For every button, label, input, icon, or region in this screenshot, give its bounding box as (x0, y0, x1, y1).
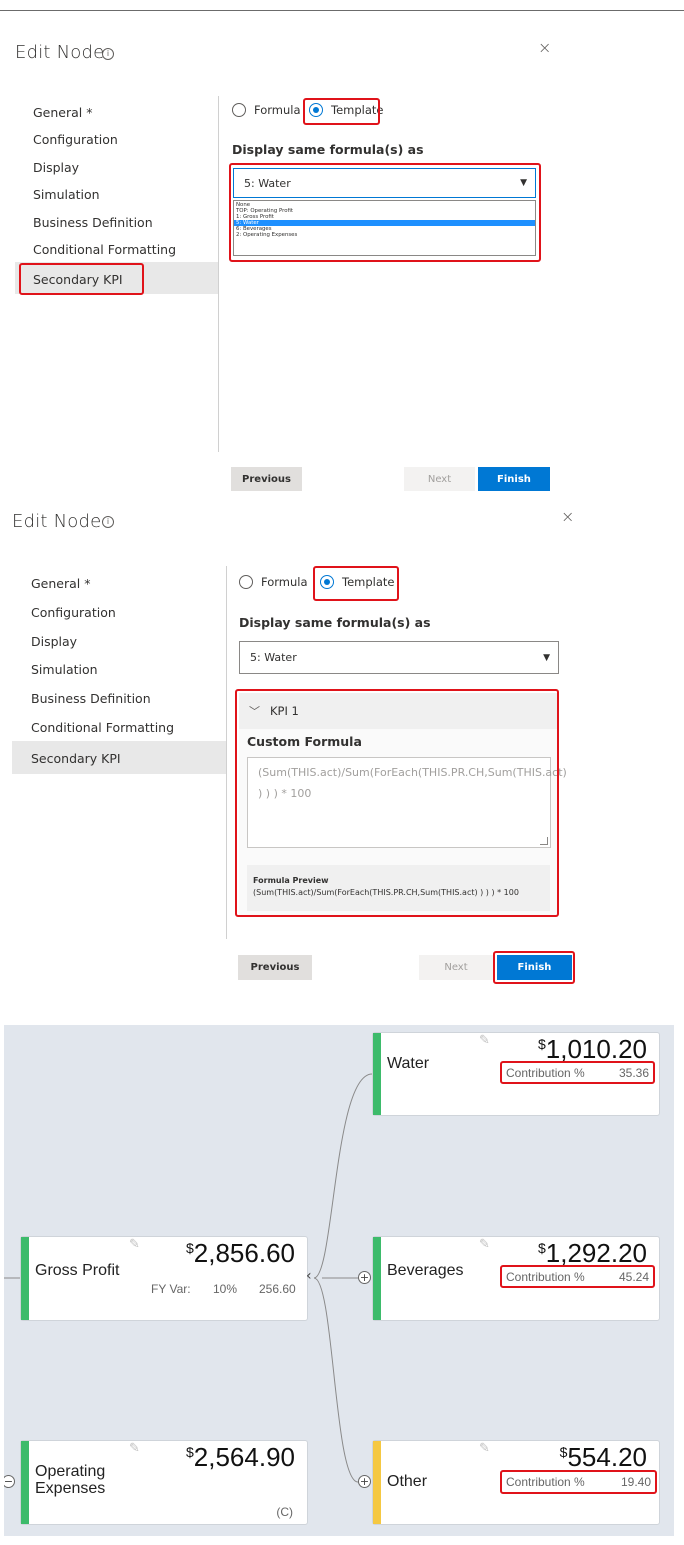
radio-formula-label: Formula (261, 575, 308, 589)
node-card-beverages[interactable]: Beverages ✎ $1,292.20 Contribution % 45.… (372, 1236, 660, 1321)
pencil-icon[interactable]: ✎ (129, 1441, 140, 1456)
contribution-metric: Contribution % 19.40 (500, 1470, 657, 1494)
node-status-bar (21, 1237, 29, 1320)
node-status-bar (373, 1033, 381, 1115)
nav-item-configuration[interactable]: Configuration (33, 132, 118, 147)
chevron-down-icon: ▼ (543, 652, 550, 663)
radio-circle (232, 103, 246, 117)
collapse-children-icon[interactable]: ‹ (306, 1268, 312, 1284)
template-select[interactable]: 5: Water ▼ (239, 641, 559, 674)
nav-item-general[interactable]: General * (33, 105, 93, 120)
var-percent: 10% (213, 1282, 238, 1296)
dialog-title: Edit Node (12, 511, 102, 532)
info-icon[interactable]: i (102, 48, 114, 60)
node-value-text: 1,292.20 (545, 1238, 647, 1268)
highlight-template-radio (303, 98, 380, 125)
currency-symbol: $ (537, 1036, 546, 1052)
finish-button[interactable]: Finish (478, 467, 550, 491)
node-card-other[interactable]: Other ✎ $554.20 Contribution % 19.40 (372, 1440, 660, 1525)
node-value: $2,856.60 (186, 1238, 295, 1269)
currency-symbol: $ (185, 1444, 194, 1460)
node-name: Beverages (387, 1262, 464, 1279)
node-card-operating-expenses[interactable]: Operating Expenses ✎ $2,564.90 (C) (20, 1440, 308, 1525)
currency-symbol: $ (185, 1240, 194, 1256)
top-divider (0, 10, 684, 11)
nav-item-configuration[interactable]: Configuration (31, 605, 116, 620)
currency-symbol: $ (537, 1240, 546, 1256)
nav-item-business-definition[interactable]: Business Definition (33, 215, 153, 230)
nav-divider (226, 566, 227, 939)
previous-button[interactable]: Previous (238, 955, 312, 980)
node-status-bar (21, 1441, 29, 1524)
contribution-value: 35.36 (618, 1065, 649, 1080)
next-button[interactable]: Next (404, 467, 475, 491)
connector-line (313, 1277, 359, 1483)
nav-item-simulation[interactable]: Simulation (31, 662, 98, 677)
node-card-gross-profit[interactable]: Gross Profit ✎ $2,856.60 FY Var: 10% 256… (20, 1236, 308, 1321)
expand-icon[interactable]: + (358, 1475, 371, 1488)
node-value-text: 1,010.20 (545, 1034, 647, 1064)
nav-item-simulation[interactable]: Simulation (33, 187, 100, 202)
node-status-bar (373, 1237, 381, 1320)
highlight-finish-button (493, 951, 575, 984)
connector-line (313, 1073, 373, 1279)
node-name: Water (387, 1055, 430, 1072)
nav-item-general[interactable]: General * (31, 576, 91, 591)
pencil-icon[interactable]: ✎ (479, 1033, 490, 1048)
contribution-label: Contribution % (506, 1269, 585, 1284)
template-section-label: Display same formula(s) as (232, 142, 424, 157)
node-status-bar (373, 1441, 381, 1524)
node-name: Operating Expenses (35, 1463, 105, 1497)
pencil-icon[interactable]: ✎ (479, 1237, 490, 1252)
var-value: 256.60 (259, 1282, 296, 1296)
next-button[interactable]: Next (419, 955, 493, 980)
contribution-metric: Contribution % 35.36 (500, 1061, 655, 1084)
highlight-template-radio (313, 566, 399, 601)
node-value: $2,564.90 (186, 1442, 295, 1473)
node-card-water[interactable]: Water ✎ $1,010.20 Contribution % 35.36 (372, 1032, 660, 1116)
contribution-label: Contribution % (506, 1065, 585, 1080)
node-value-text: 2,856.60 (193, 1238, 295, 1268)
info-icon[interactable]: i (102, 516, 114, 528)
highlight-secondary-kpi (19, 263, 144, 295)
node-value: $554.20 (560, 1442, 647, 1473)
contribution-label: Contribution % (506, 1475, 585, 1489)
node-name: Other (387, 1473, 428, 1490)
radio-circle (239, 575, 253, 589)
dialog-title: Edit Node (15, 42, 105, 63)
currency-symbol: $ (559, 1444, 568, 1460)
node-name: Gross Profit (35, 1262, 120, 1279)
expand-icon[interactable]: + (358, 1271, 371, 1284)
nav-item-display[interactable]: Display (33, 160, 79, 175)
highlight-template-select (229, 163, 541, 262)
highlight-kpi-panel (235, 689, 559, 917)
nav-item-secondary-kpi[interactable]: Secondary KPI (31, 751, 121, 766)
previous-button[interactable]: Previous (231, 467, 302, 491)
nav-item-business-definition[interactable]: Business Definition (31, 691, 151, 706)
close-icon[interactable]: × (538, 38, 551, 57)
decomposition-tree: Gross Profit ✎ $2,856.60 FY Var: 10% 256… (4, 1025, 674, 1536)
node-name-line: Expenses (35, 1480, 106, 1497)
contribution-value: 19.40 (620, 1475, 651, 1489)
node-value-text: 554.20 (567, 1442, 647, 1472)
contribution-value: 45.24 (618, 1269, 649, 1284)
radio-formula[interactable]: Formula (232, 103, 301, 117)
nav-item-conditional-formatting[interactable]: Conditional Formatting (33, 242, 176, 257)
node-value-text: 2,564.90 (193, 1442, 295, 1472)
nav-item-display[interactable]: Display (31, 634, 77, 649)
template-section-label: Display same formula(s) as (239, 615, 431, 630)
close-icon[interactable]: × (561, 507, 574, 526)
node-name-line: Operating (35, 1463, 106, 1480)
nav-divider (218, 96, 219, 452)
pencil-icon[interactable]: ✎ (129, 1237, 140, 1252)
nav-item-conditional-formatting[interactable]: Conditional Formatting (31, 720, 174, 735)
var-label: FY Var: (151, 1282, 191, 1296)
radio-formula-label: Formula (254, 103, 301, 117)
template-select-value: 5: Water (250, 651, 297, 664)
node-note: (C) (276, 1505, 293, 1519)
radio-formula[interactable]: Formula (239, 575, 308, 589)
contribution-metric: Contribution % 45.24 (500, 1265, 655, 1288)
pencil-icon[interactable]: ✎ (479, 1441, 490, 1456)
